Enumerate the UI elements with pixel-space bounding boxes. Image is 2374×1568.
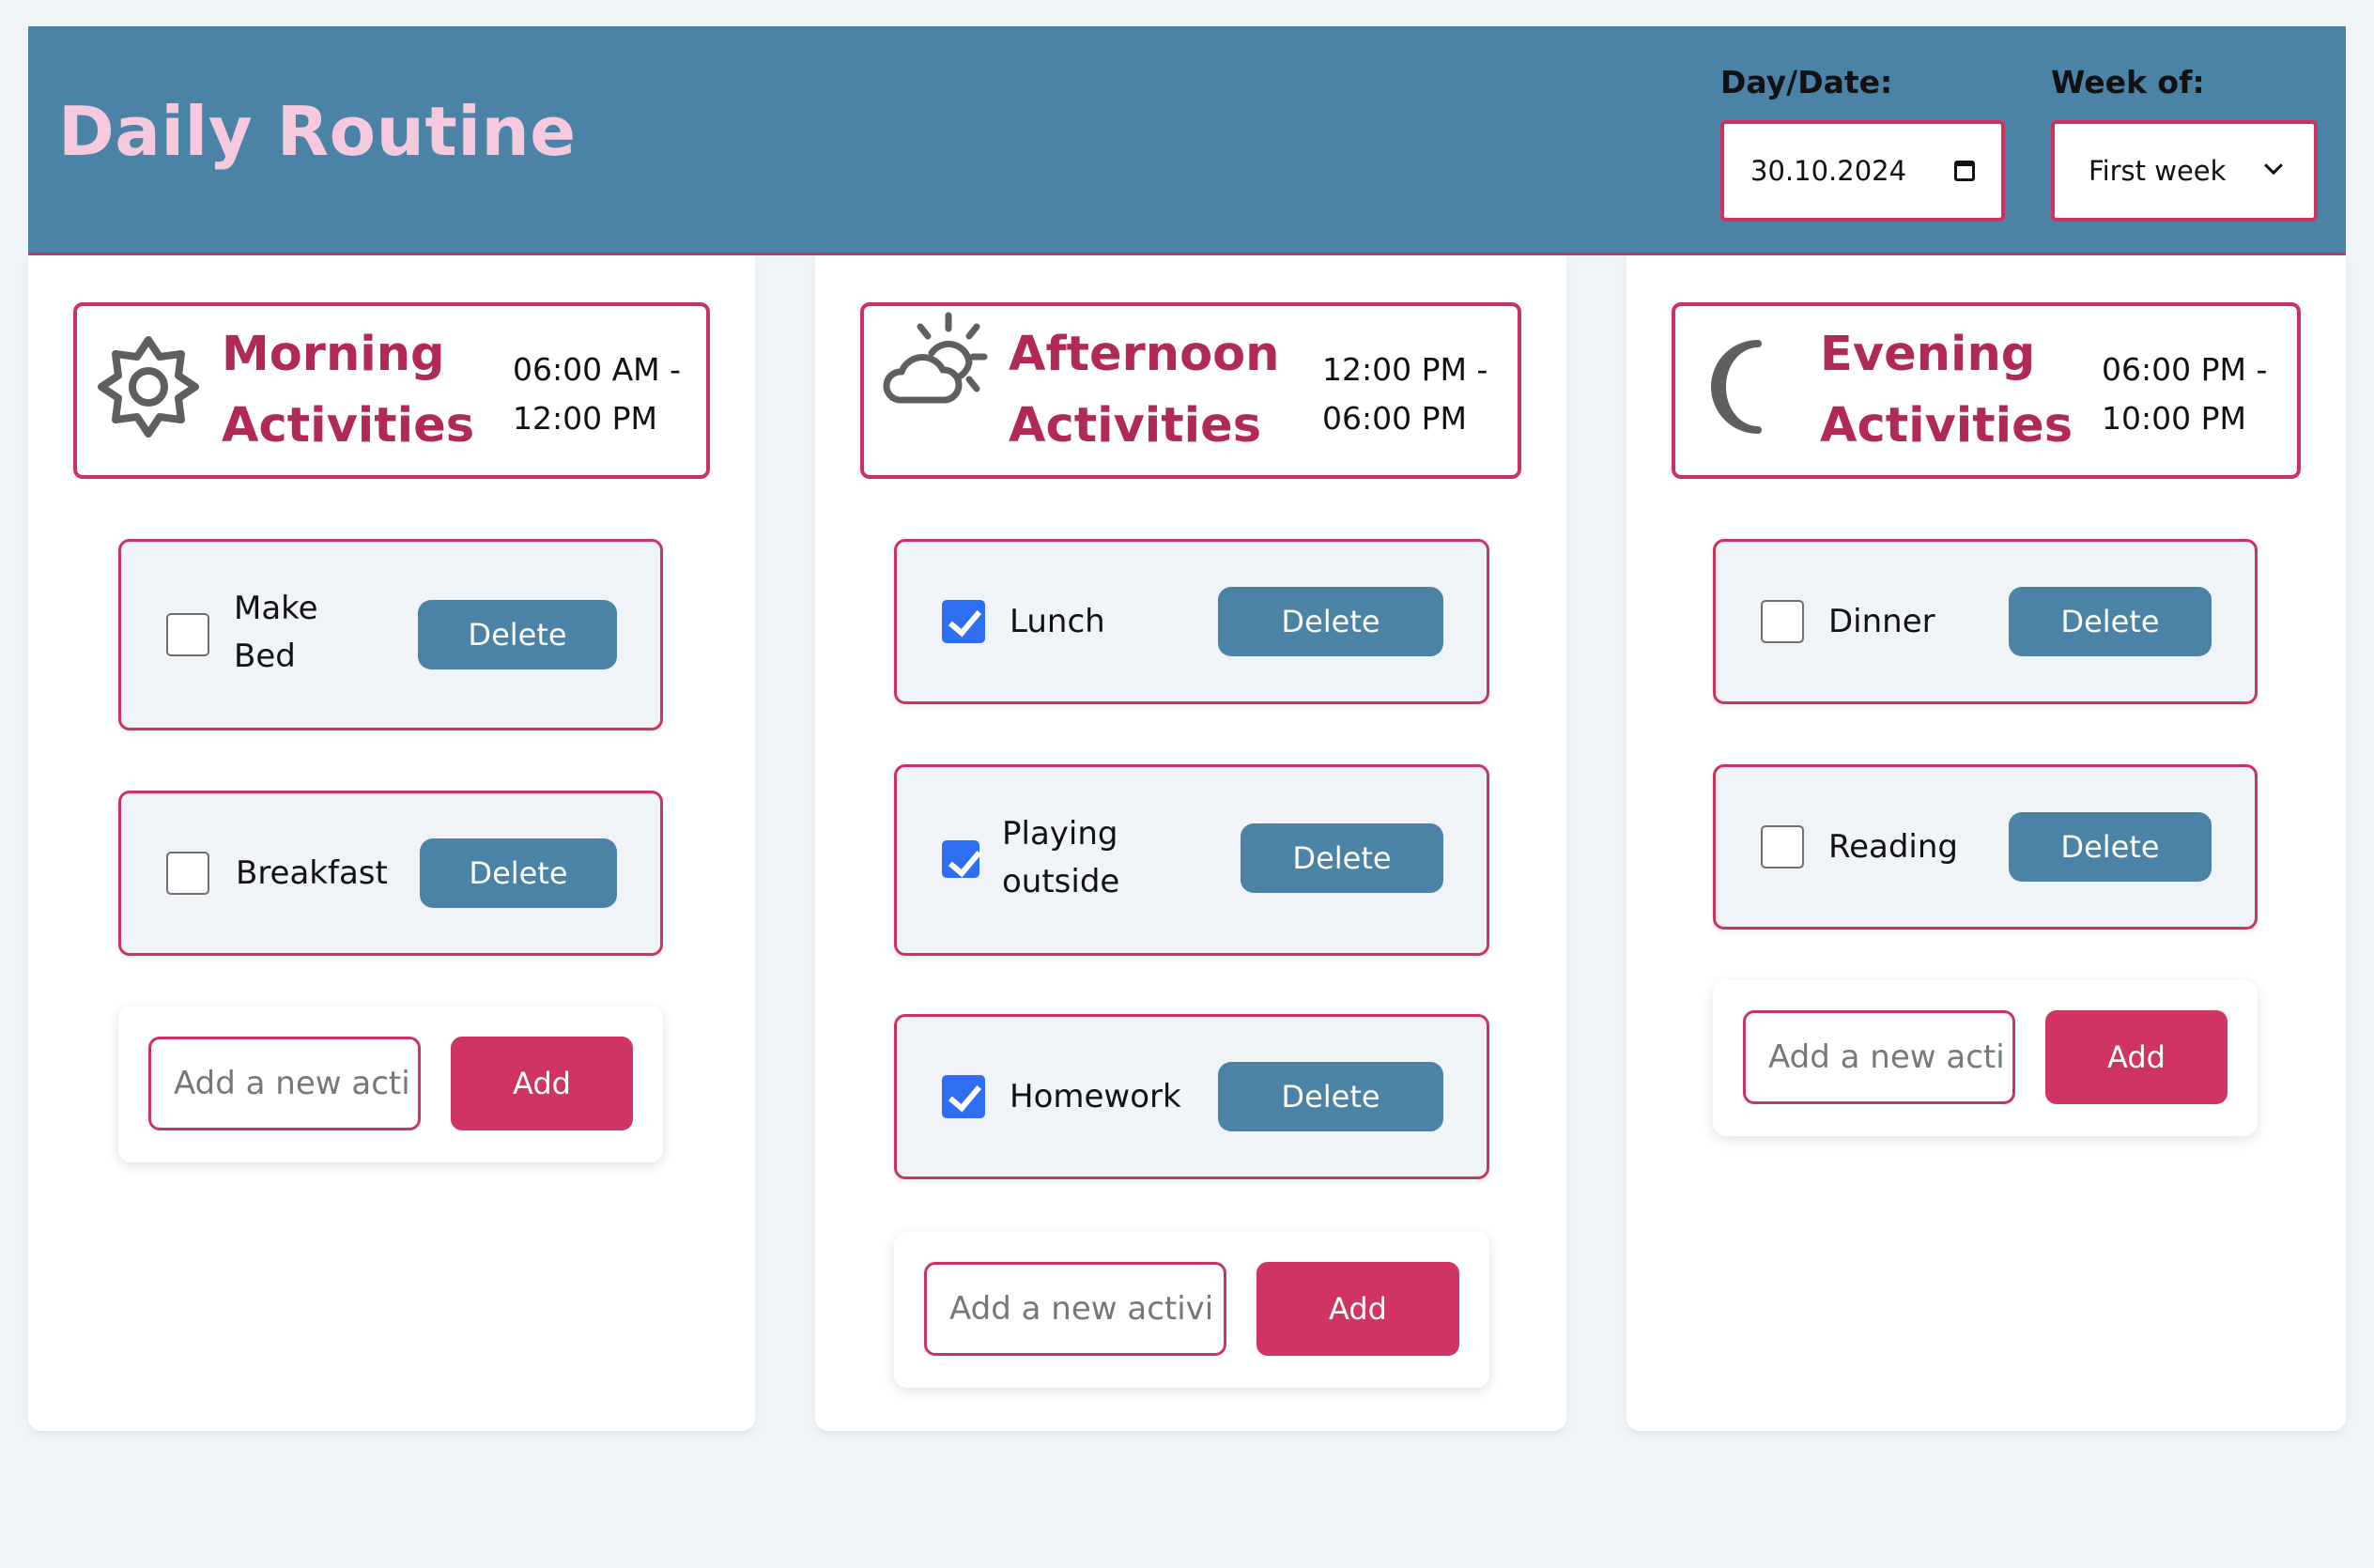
delete-button[interactable]: Delete	[2009, 812, 2212, 882]
week-select-value: First week	[2089, 155, 2227, 187]
morning-section-header: Morning Activities 06:00 AM - 12:00 PM	[73, 302, 710, 479]
week-label: Week of:	[2051, 64, 2205, 100]
new-activity-input[interactable]: Add a new activi	[924, 1262, 1226, 1356]
date-input[interactable]: 30.10.2024	[1720, 120, 2005, 222]
calendar-icon[interactable]	[1954, 161, 1975, 181]
evening-section-title: Evening Activities	[1820, 327, 2073, 453]
task-checkbox[interactable]	[1761, 825, 1804, 869]
afternoon-column: Afternoon Activities 12:00 PM - 06:00 PM…	[815, 255, 1566, 1431]
afternoon-section-time: 12:00 PM - 06:00 PM	[1322, 351, 1488, 437]
cloud-sun-icon	[883, 312, 988, 404]
task-checkbox[interactable]	[1761, 600, 1804, 643]
task-label: Playing outside	[1002, 815, 1120, 900]
task-checkbox[interactable]	[942, 840, 979, 878]
evening-section-time: 06:00 PM - 10:00 PM	[2102, 351, 2268, 437]
task-card-playing-outside: Playing outside Delete	[894, 764, 1489, 956]
task-card-homework: Homework Delete	[894, 1014, 1489, 1179]
moon-icon	[1711, 340, 1762, 434]
delete-button[interactable]: Delete	[1218, 587, 1443, 656]
delete-button[interactable]: Delete	[420, 838, 617, 908]
week-select[interactable]: First week	[2051, 120, 2318, 222]
task-card-make-bed: Make Bed Delete	[118, 539, 663, 730]
add-button[interactable]: Add	[2045, 1010, 2228, 1104]
task-card-dinner: Dinner Delete	[1713, 539, 2258, 704]
chevron-down-icon	[2264, 156, 2283, 176]
task-card-breakfast: Breakfast Delete	[118, 791, 663, 956]
task-label: Dinner	[1828, 603, 1935, 640]
task-label: Homework	[1010, 1078, 1181, 1115]
app-header: Daily Routine Day/Date: 30.10.2024 Week …	[28, 26, 2346, 255]
delete-button[interactable]: Delete	[2009, 587, 2212, 656]
add-button[interactable]: Add	[451, 1037, 633, 1130]
afternoon-section-header: Afternoon Activities 12:00 PM - 06:00 PM	[860, 302, 1521, 479]
task-label: Make Bed	[234, 590, 318, 675]
task-checkbox[interactable]	[942, 600, 985, 643]
add-activity-form: Add a new activi Add	[894, 1232, 1489, 1388]
afternoon-section-title: Afternoon Activities	[1009, 327, 1280, 453]
task-card-reading: Reading Delete	[1713, 764, 2258, 930]
date-label: Day/Date:	[1720, 64, 1893, 100]
app-title: Daily Routine	[58, 92, 577, 171]
task-label: Lunch	[1010, 603, 1105, 640]
date-value: 30.10.2024	[1750, 155, 1907, 187]
add-activity-form: Add a new acti Add	[118, 1007, 663, 1162]
new-activity-input[interactable]: Add a new acti	[1743, 1010, 2015, 1104]
task-label: Breakfast	[236, 854, 388, 892]
task-checkbox[interactable]	[166, 852, 209, 895]
morning-section-title: Morning Activities	[222, 327, 475, 453]
morning-section-time: 06:00 AM - 12:00 PM	[513, 351, 682, 437]
evening-column: Evening Activities 06:00 PM - 10:00 PM D…	[1626, 255, 2346, 1431]
delete-button[interactable]: Delete	[1218, 1062, 1443, 1131]
task-card-lunch: Lunch Delete	[894, 539, 1489, 704]
morning-column: Morning Activities 06:00 AM - 12:00 PM M…	[28, 255, 755, 1431]
task-checkbox[interactable]	[166, 613, 209, 656]
delete-button[interactable]: Delete	[418, 600, 617, 669]
new-activity-input[interactable]: Add a new acti	[148, 1037, 421, 1130]
evening-section-header: Evening Activities 06:00 PM - 10:00 PM	[1672, 302, 2301, 479]
delete-button[interactable]: Delete	[1241, 823, 1443, 893]
task-checkbox[interactable]	[942, 1075, 985, 1118]
sun-gear-icon	[98, 336, 199, 438]
task-label: Reading	[1828, 828, 1959, 866]
add-activity-form: Add a new acti Add	[1713, 980, 2258, 1136]
add-button[interactable]: Add	[1256, 1262, 1459, 1356]
